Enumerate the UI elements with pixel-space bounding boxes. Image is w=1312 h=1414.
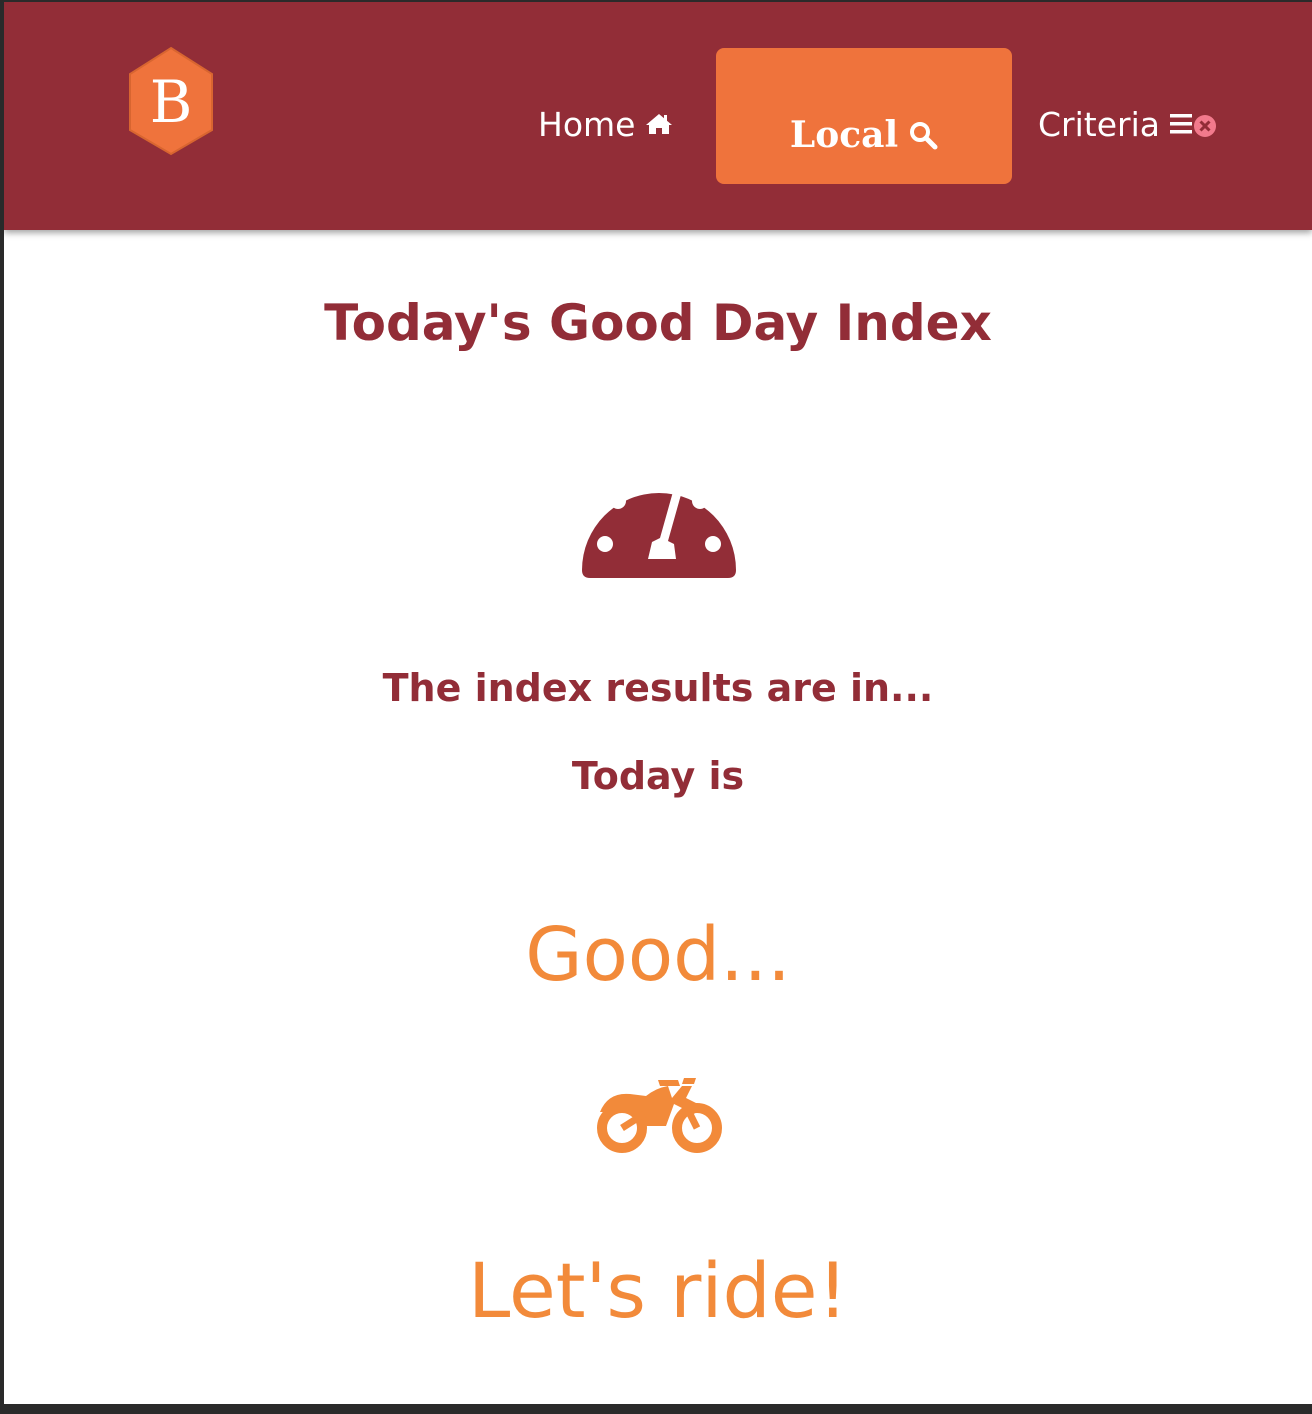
- cta-text: Let's ride!: [467, 1246, 849, 1335]
- nav-local-label: Local: [789, 114, 899, 156]
- nav-criteria[interactable]: Criteria: [1038, 100, 1218, 148]
- brand-logo[interactable]: B: [128, 46, 214, 156]
- results-text: The index results are in...: [382, 666, 934, 710]
- motorcycle-icon: [594, 1074, 726, 1158]
- page-title: Today's Good Day Index: [324, 294, 992, 352]
- search-icon: [908, 120, 938, 150]
- dashboard-gauge-icon: [578, 454, 740, 580]
- home-icon: [645, 112, 673, 136]
- nav-criteria-label: Criteria: [1038, 104, 1160, 144]
- nav-local-content: Local: [790, 114, 938, 156]
- nav-home[interactable]: Home: [538, 100, 673, 148]
- hexagon-b-logo-icon: B: [129, 46, 213, 156]
- app-frame: B Home Local Criteria Today's Good Day I…: [4, 2, 1312, 1404]
- nav-home-label: Home: [538, 104, 636, 144]
- verdict-text: Good...: [525, 912, 791, 998]
- nav-local[interactable]: Local: [716, 48, 1012, 184]
- list-remove-icon: [1169, 110, 1218, 138]
- today-text: Today is: [571, 754, 745, 798]
- logo-letter: B: [150, 68, 193, 136]
- navbar: B Home Local Criteria: [4, 2, 1312, 230]
